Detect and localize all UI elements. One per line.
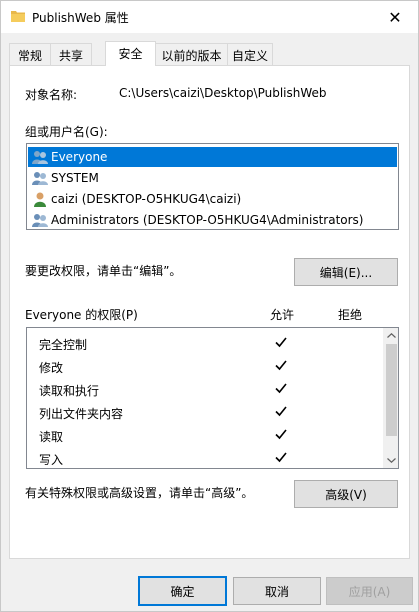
close-button[interactable]: ✕	[372, 1, 418, 33]
permission-name: 列出文件夹内容	[39, 407, 124, 421]
deny-column-header: 拒绝	[338, 308, 363, 322]
change-permissions-note: 要更改权限，请单击“编辑”。	[25, 264, 182, 278]
cancel-button[interactable]: 取消	[233, 577, 321, 605]
allow-check-icon	[275, 428, 287, 440]
permission-name: 读取	[39, 430, 64, 444]
list-item-everyone[interactable]: Everyone	[28, 147, 397, 167]
properties-dialog: PublishWeb 属性 ✕ 常规 共享 安全 以前的版本 自定义 对象名称:…	[0, 0, 419, 612]
security-panel: 对象名称: C:\Users\caizi\Desktop\PublishWeb …	[9, 65, 410, 559]
list-item-label: Everyone	[51, 150, 108, 164]
permission-name: 写入	[39, 453, 64, 467]
permission-row-write: 写入	[27, 447, 383, 470]
group-list-label: 组或用户名(G):	[25, 125, 108, 139]
group-icon	[32, 172, 48, 185]
tab-general[interactable]: 常规	[9, 43, 51, 65]
scroll-up-icon[interactable]	[384, 328, 399, 343]
group-user-list[interactable]: Everyone SYSTEM caizi (DESKTOP-O5HKUG4\c…	[26, 143, 399, 230]
list-item-label: SYSTEM	[51, 171, 99, 185]
advanced-settings-note: 有关特殊权限或高级设置，请单击“高级”。	[25, 486, 254, 500]
permission-row-read: 读取	[27, 424, 383, 447]
folder-icon	[11, 11, 25, 22]
apply-button[interactable]: 应用(A)	[326, 577, 413, 605]
allow-check-icon	[275, 336, 287, 348]
allow-column-header: 允许	[270, 308, 295, 322]
list-item-administrators[interactable]: Administrators (DESKTOP-O5HKUG4\Administ…	[28, 210, 397, 230]
permission-name: 修改	[39, 361, 64, 375]
permissions-list[interactable]: 完全控制 修改 读取和执行 列出文件夹内容 读取 写入	[26, 327, 399, 469]
tab-sharing[interactable]: 共享	[50, 43, 92, 65]
permission-row-list-folder: 列出文件夹内容	[27, 401, 383, 424]
list-item-caizi[interactable]: caizi (DESKTOP-O5HKUG4\caizi)	[28, 189, 397, 209]
object-name-label: 对象名称:	[25, 88, 78, 102]
ok-button[interactable]: 确定	[138, 576, 227, 606]
list-item-label: caizi (DESKTOP-O5HKUG4\caizi)	[51, 192, 242, 206]
permissions-scrollbar[interactable]	[383, 328, 398, 468]
list-item-system[interactable]: SYSTEM	[28, 168, 397, 188]
window-title: PublishWeb 属性	[32, 11, 129, 25]
scroll-down-icon[interactable]	[384, 453, 399, 468]
tab-previous-versions[interactable]: 以前的版本	[155, 43, 228, 65]
object-name-value: C:\Users\caizi\Desktop\PublishWeb	[119, 86, 327, 100]
advanced-button[interactable]: 高级(V)	[294, 480, 398, 508]
permission-row-full-control: 完全控制	[27, 332, 383, 355]
user-icon	[34, 192, 46, 207]
allow-check-icon	[275, 451, 287, 463]
title-bar[interactable]: PublishWeb 属性 ✕	[1, 1, 418, 33]
permission-name: 读取和执行	[39, 384, 100, 398]
tab-security[interactable]: 安全	[105, 41, 156, 66]
list-item-label: Administrators (DESKTOP-O5HKUG4\Administ…	[51, 213, 364, 227]
scrollbar-thumb[interactable]	[386, 344, 397, 436]
close-icon: ✕	[388, 7, 402, 27]
group-icon	[32, 214, 48, 227]
permission-row-modify: 修改	[27, 355, 383, 378]
permission-row-read-execute: 读取和执行	[27, 378, 383, 401]
permission-name: 完全控制	[39, 338, 88, 352]
tab-customize[interactable]: 自定义	[227, 43, 273, 65]
permissions-title: Everyone 的权限(P)	[25, 308, 138, 322]
allow-check-icon	[275, 405, 287, 417]
allow-check-icon	[275, 382, 287, 394]
group-icon	[32, 151, 48, 164]
edit-button[interactable]: 编辑(E)...	[294, 258, 398, 286]
allow-check-icon	[275, 359, 287, 371]
permissions-header: Everyone 的权限(P) 允许 拒绝	[25, 306, 400, 326]
